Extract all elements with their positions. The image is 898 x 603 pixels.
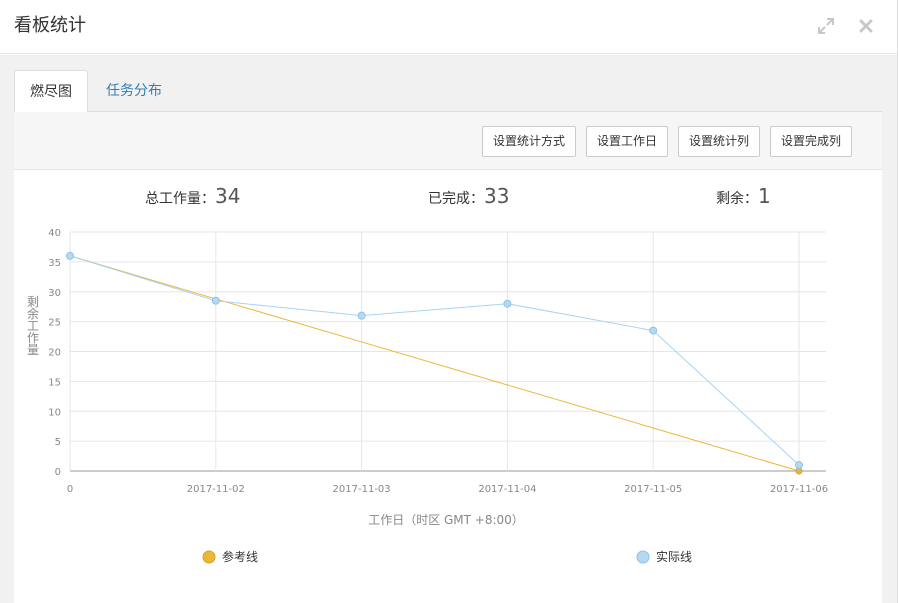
actual-point-4 <box>649 326 658 335</box>
y-tick-label-0: 0 <box>55 467 61 478</box>
burndown-chart: 0 5 10 15 20 25 30 35 40 0 2017-11-02 2017-11-03 20… <box>27 228 828 564</box>
y-axis-label-char: 量 <box>27 343 39 357</box>
legend-label-0: 参考线 <box>222 549 258 564</box>
y-tick-label-20: 20 <box>48 348 61 359</box>
chart-legend: 参考线 实际线 <box>202 549 692 564</box>
series-line-0 <box>69 255 800 472</box>
series-lines <box>69 255 800 472</box>
y-axis-label: 剩余工作量 <box>27 295 39 357</box>
actual-point-1 <box>211 296 220 305</box>
legend-marker-0 <box>202 550 216 564</box>
y-tick-label-30: 30 <box>48 288 61 299</box>
x-tick-label-5: 2017-11-06 <box>770 484 828 495</box>
y-tick-label-10: 10 <box>48 407 61 418</box>
x-tick-label-4: 2017-11-05 <box>624 484 682 495</box>
x-tick-label-3: 2017-11-04 <box>478 484 536 495</box>
actual-point-3 <box>503 299 512 308</box>
actual-point-0 <box>66 251 74 260</box>
y-tick-label-5: 5 <box>55 437 61 448</box>
board-stats-modal: 看板统计 燃尽图 任务分布 设置统计方式 设置工作日 设置统计列 设置完成列 总… <box>0 0 898 603</box>
y-tick-label-35: 35 <box>48 258 61 269</box>
x-axis-label: 工作日（时区 GMT +8:00） <box>368 513 524 527</box>
y-axis-ticks: 0 5 10 15 20 25 30 35 40 <box>48 228 61 478</box>
series-line-1 <box>69 255 800 466</box>
x-tick-label-0: 0 <box>67 484 73 495</box>
legend-label-1: 实际线 <box>656 549 692 564</box>
actual-point-5 <box>795 461 803 470</box>
y-tick-label-15: 15 <box>48 377 61 388</box>
actual-point-2 <box>357 311 366 320</box>
y-tick-label-25: 25 <box>48 318 61 329</box>
x-tick-label-1: 2017-11-02 <box>187 484 245 495</box>
legend-marker-1 <box>636 550 650 564</box>
x-tick-label-2: 2017-11-03 <box>333 484 391 495</box>
chart-grid <box>69 231 826 472</box>
y-tick-label-40: 40 <box>48 228 61 239</box>
x-axis-ticks: 0 2017-11-02 2017-11-03 2017-11-04 2017-11-0… <box>67 484 828 495</box>
